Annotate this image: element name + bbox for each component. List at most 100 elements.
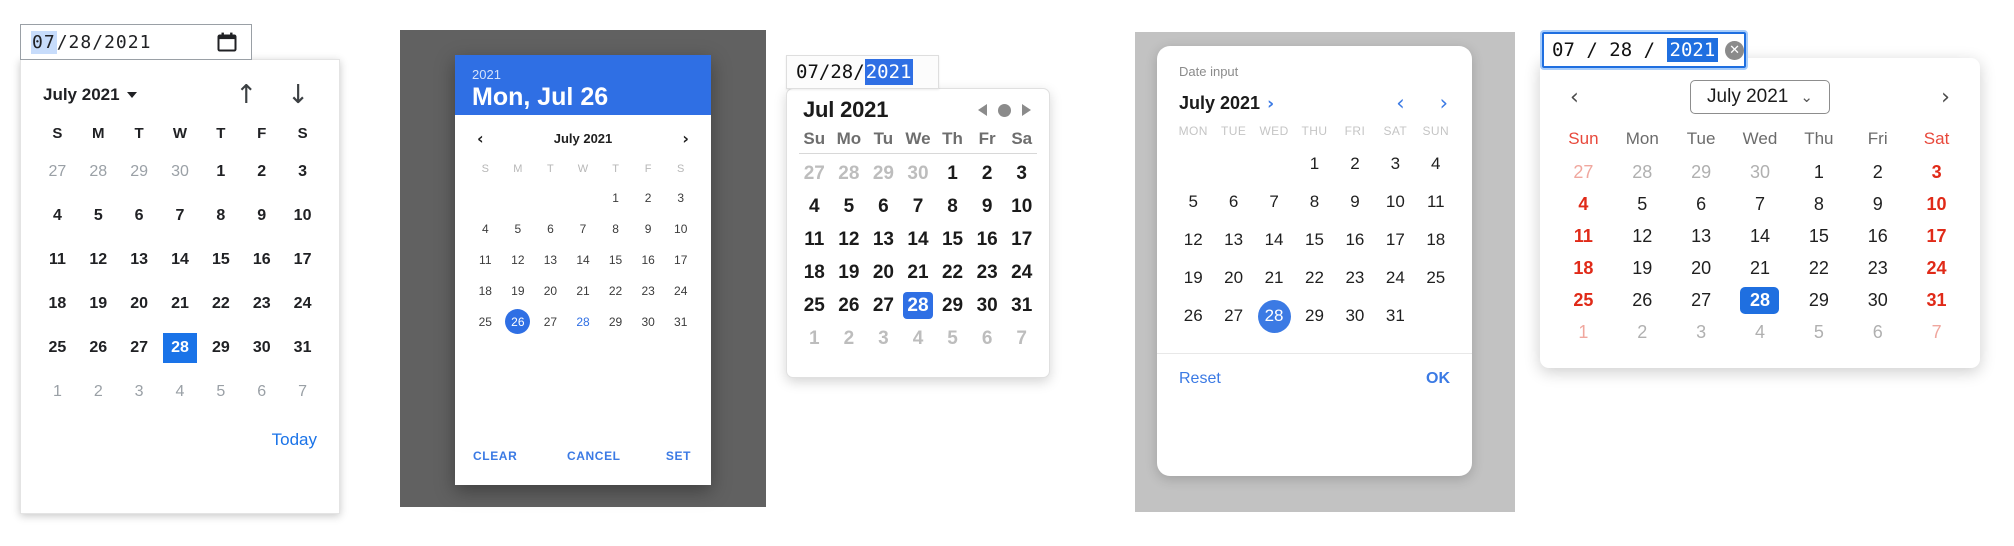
chrome-day-cell[interactable]: 23 <box>241 284 282 324</box>
chrome-day-cell[interactable]: 6 <box>119 196 160 236</box>
edge-day-cell[interactable]: 31 <box>1907 284 1966 316</box>
safari-day-cell[interactable]: 1 <box>797 322 832 355</box>
chrome-day-cell[interactable]: 2 <box>78 372 119 412</box>
safari-date-input[interactable]: 07/28/2021 <box>786 55 939 89</box>
chrome-day-cell[interactable]: 2 <box>241 152 282 192</box>
firefox-day-cell[interactable]: 25 <box>1416 259 1456 297</box>
firefox-day-cell[interactable]: 6 <box>1213 183 1253 221</box>
triangle-right-icon[interactable] <box>1022 104 1031 116</box>
chrome-day-cell[interactable]: 16 <box>241 240 282 280</box>
clear-circle-icon[interactable]: ✕ <box>1725 40 1744 60</box>
circle-icon[interactable] <box>998 103 1011 117</box>
safari-day-cell[interactable]: 16 <box>970 223 1005 256</box>
edge-day-cell[interactable]: 4 <box>1731 316 1790 348</box>
material-day-cell[interactable]: 11 <box>469 244 502 275</box>
reset-button[interactable]: Reset <box>1179 370 1221 388</box>
edge-day-cell[interactable]: 27 <box>1554 156 1613 188</box>
edge-day-cell[interactable]: 2 <box>1848 156 1907 188</box>
material-day-cell[interactable]: 27 <box>534 306 567 337</box>
edge-day-cell[interactable]: 20 <box>1672 252 1731 284</box>
safari-year-segment[interactable]: 2021 <box>864 59 914 85</box>
edge-day-cell[interactable]: 26 <box>1613 284 1672 316</box>
chevron-right-icon[interactable]: › <box>1941 85 1950 110</box>
edge-day-cell[interactable]: 5 <box>1613 188 1672 220</box>
firefox-day-cell[interactable]: 31 <box>1375 297 1415 335</box>
material-day-cell[interactable]: 7 <box>567 213 600 244</box>
firefox-day-cell[interactable]: 1 <box>1294 145 1334 183</box>
material-date-label[interactable]: Mon, Jul 26 <box>472 84 711 112</box>
firefox-day-cell[interactable]: 24 <box>1375 259 1415 297</box>
chrome-day-selected[interactable]: 28 <box>160 328 201 368</box>
safari-day-cell[interactable]: 11 <box>797 223 832 256</box>
safari-day-cell[interactable]: 7 <box>1004 322 1039 355</box>
chrome-day-cell[interactable]: 15 <box>200 240 241 280</box>
safari-day-cell[interactable]: 14 <box>901 223 936 256</box>
firefox-day-cell[interactable]: 20 <box>1213 259 1253 297</box>
material-day-cell[interactable]: 13 <box>534 244 567 275</box>
safari-day-cell[interactable]: 1 <box>935 157 970 190</box>
chrome-day-cell[interactable]: 10 <box>282 196 323 236</box>
chrome-day-cell[interactable]: 26 <box>78 328 119 368</box>
firefox-day-cell[interactable]: 12 <box>1173 221 1213 259</box>
safari-day-cell[interactable]: 2 <box>832 322 867 355</box>
material-day-cell[interactable]: 5 <box>502 213 535 244</box>
chrome-day-cell[interactable]: 4 <box>37 196 78 236</box>
material-day-cell[interactable]: 3 <box>664 182 697 213</box>
material-day-cell[interactable]: 17 <box>664 244 697 275</box>
firefox-day-cell[interactable]: 29 <box>1294 297 1334 335</box>
edge-day-cell[interactable]: 2 <box>1613 316 1672 348</box>
safari-day-cell[interactable]: 4 <box>797 190 832 223</box>
safari-day-cell[interactable]: 15 <box>935 223 970 256</box>
arrow-up-icon[interactable]: ↑ <box>235 82 257 108</box>
chevron-right-icon[interactable]: › <box>682 129 689 148</box>
edge-day-cell[interactable]: 6 <box>1672 188 1731 220</box>
chrome-day-cell[interactable]: 5 <box>78 196 119 236</box>
edge-day-cell[interactable]: 22 <box>1789 252 1848 284</box>
material-year-label[interactable]: 2021 <box>472 67 711 82</box>
material-day-cell[interactable]: 19 <box>502 275 535 306</box>
chrome-day-cell[interactable]: 3 <box>282 152 323 192</box>
chrome-day-cell[interactable]: 12 <box>78 240 119 280</box>
material-day-cell[interactable]: 14 <box>567 244 600 275</box>
cancel-button[interactable]: CANCEL <box>567 449 621 463</box>
edge-day-cell[interactable]: 29 <box>1789 284 1848 316</box>
firefox-day-cell[interactable]: 22 <box>1294 259 1334 297</box>
material-day-cell[interactable]: 20 <box>534 275 567 306</box>
chrome-month-segment[interactable]: 07 <box>31 30 57 54</box>
edge-day-cell[interactable]: 4 <box>1554 188 1613 220</box>
chrome-day-cell[interactable]: 29 <box>200 328 241 368</box>
firefox-day-cell[interactable]: 13 <box>1213 221 1253 259</box>
edge-day-cell[interactable]: 17 <box>1907 220 1966 252</box>
material-day-cell[interactable]: 10 <box>664 213 697 244</box>
firefox-day-cell[interactable]: 19 <box>1173 259 1213 297</box>
chrome-day-cell[interactable]: 29 <box>119 152 160 192</box>
material-day-cell[interactable]: 2 <box>632 182 665 213</box>
safari-day-cell[interactable]: 30 <box>901 157 936 190</box>
safari-day-cell[interactable]: 27 <box>797 157 832 190</box>
chrome-day-cell[interactable]: 3 <box>119 372 160 412</box>
safari-day-cell[interactable]: 10 <box>1004 190 1039 223</box>
edge-day-selected[interactable]: 28 <box>1731 284 1790 316</box>
firefox-day-cell[interactable]: 5 <box>1173 183 1213 221</box>
chrome-day-cell[interactable]: 24 <box>282 284 323 324</box>
material-day-cell[interactable]: 23 <box>632 275 665 306</box>
safari-day-cell[interactable]: 18 <box>797 256 832 289</box>
chrome-day-cell[interactable]: 30 <box>160 152 201 192</box>
safari-day-cell[interactable]: 30 <box>970 289 1005 322</box>
material-day-cell[interactable]: 31 <box>664 306 697 337</box>
edge-day-cell[interactable]: 15 <box>1789 220 1848 252</box>
chrome-month-dropdown[interactable]: July 2021 <box>43 85 137 105</box>
material-day-cell[interactable]: 9 <box>632 213 665 244</box>
edge-day-cell[interactable]: 10 <box>1907 188 1966 220</box>
firefox-day-cell[interactable]: 3 <box>1375 145 1415 183</box>
safari-day-cell[interactable]: 26 <box>832 289 867 322</box>
chrome-day-cell[interactable]: 27 <box>119 328 160 368</box>
firefox-day-cell[interactable]: 9 <box>1335 183 1375 221</box>
chrome-day-cell[interactable]: 19 <box>78 284 119 324</box>
safari-day-cell[interactable]: 4 <box>901 322 936 355</box>
chrome-year-segment[interactable]: 2021 <box>104 32 151 53</box>
chrome-day-cell[interactable]: 1 <box>200 152 241 192</box>
material-day-cell[interactable]: 16 <box>632 244 665 275</box>
material-day-cell[interactable]: 4 <box>469 213 502 244</box>
chrome-day-cell[interactable]: 5 <box>200 372 241 412</box>
